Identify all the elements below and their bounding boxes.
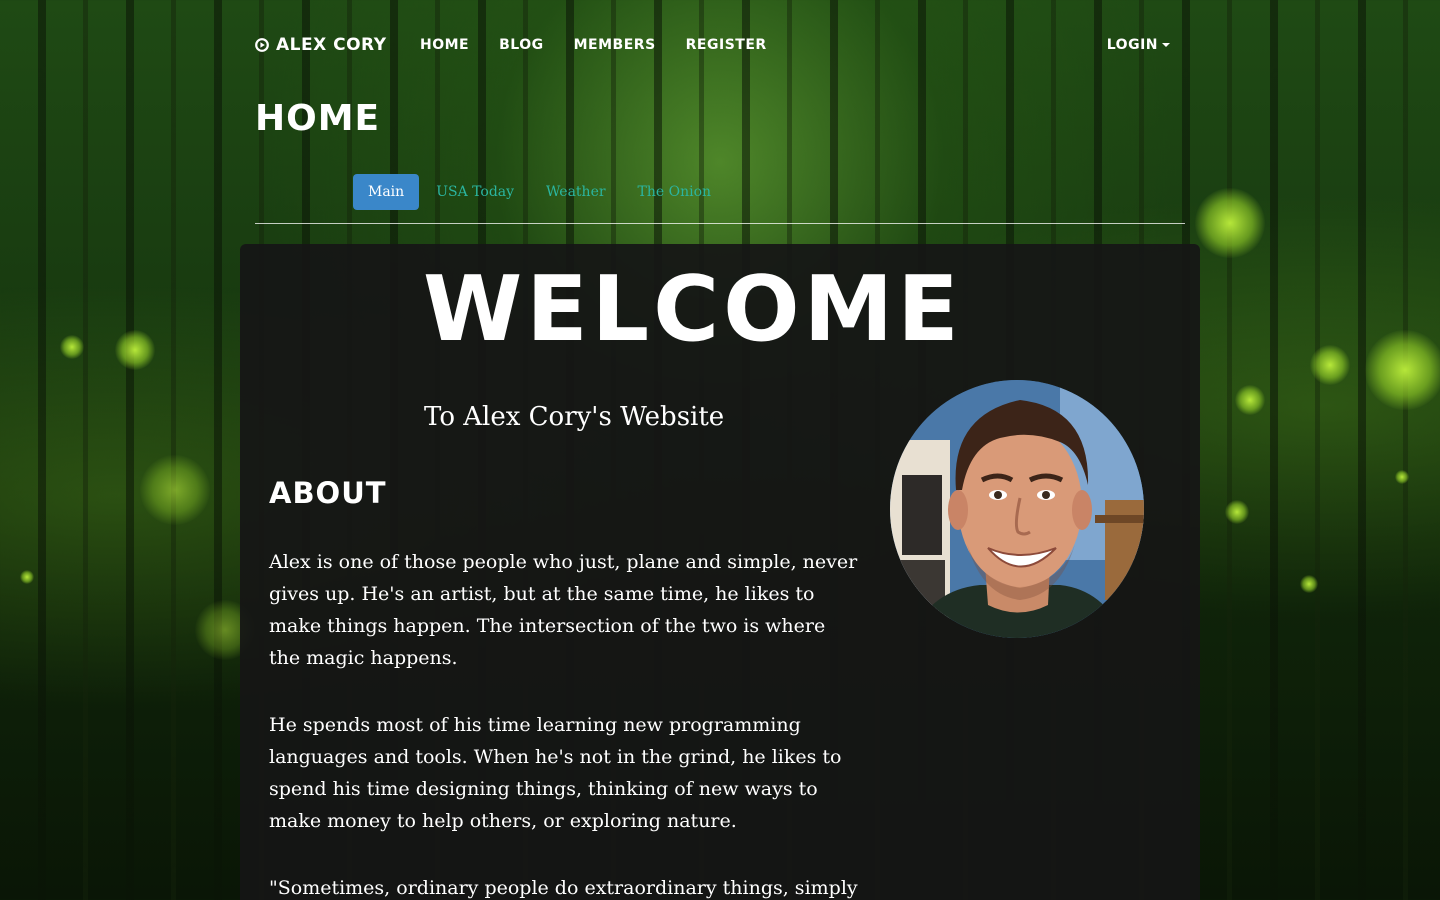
firefly-glow: [1225, 500, 1249, 524]
welcome-subtitle: To Alex Cory's Website: [424, 402, 725, 432]
nav-links: HOME BLOG MEMBERS REGISTER: [420, 37, 767, 53]
about-quote: "Sometimes, ordinary people do extraordi…: [269, 877, 858, 899]
firefly-glow: [1310, 345, 1350, 385]
navbar: ALEX CORY HOME BLOG MEMBERS REGISTER LOG…: [255, 30, 1185, 60]
firefly-glow: [1235, 385, 1265, 415]
firefly-glow: [60, 335, 84, 359]
play-circle-icon: [255, 38, 269, 52]
firefly-glow: [1365, 330, 1440, 410]
nav-register[interactable]: REGISTER: [686, 37, 767, 53]
brand-link[interactable]: ALEX CORY: [255, 35, 387, 55]
about-text: Alex is one of those people who just, pl…: [269, 546, 859, 900]
profile-photo: [890, 380, 1144, 638]
nav-home[interactable]: HOME: [420, 37, 469, 53]
tab-weather[interactable]: Weather: [531, 174, 621, 210]
page-title: HOME: [255, 98, 381, 139]
about-heading: ABOUT: [269, 476, 387, 510]
welcome-heading: WELCOME: [423, 257, 963, 362]
nav-blog[interactable]: BLOG: [499, 37, 544, 53]
tab-divider: [255, 223, 1185, 224]
login-dropdown[interactable]: LOGIN: [1107, 37, 1170, 53]
tab-main[interactable]: Main: [353, 174, 420, 210]
firefly-glow: [20, 570, 34, 584]
about-paragraph: Alex is one of those people who just, pl…: [269, 551, 858, 669]
tab-usa-today[interactable]: USA Today: [421, 174, 529, 210]
profile-photo-illustration: [890, 380, 1144, 638]
tab-the-onion[interactable]: The Onion: [623, 174, 727, 210]
content-panel: WELCOME To Alex Cory's Website ABOUT Ale…: [240, 244, 1200, 900]
nav-members[interactable]: MEMBERS: [574, 37, 656, 53]
about-paragraph: He spends most of his time learning new …: [269, 714, 842, 832]
tab-bar: Main USA Today Weather The Onion: [353, 174, 728, 210]
brand-name: ALEX CORY: [276, 35, 387, 55]
firefly-glow: [1395, 470, 1409, 484]
caret-down-icon: [1162, 43, 1170, 47]
firefly-glow: [1195, 188, 1265, 258]
login-label: LOGIN: [1106, 37, 1158, 53]
firefly-glow: [115, 330, 155, 370]
firefly-glow: [1300, 575, 1318, 593]
firefly-glow: [140, 455, 210, 525]
